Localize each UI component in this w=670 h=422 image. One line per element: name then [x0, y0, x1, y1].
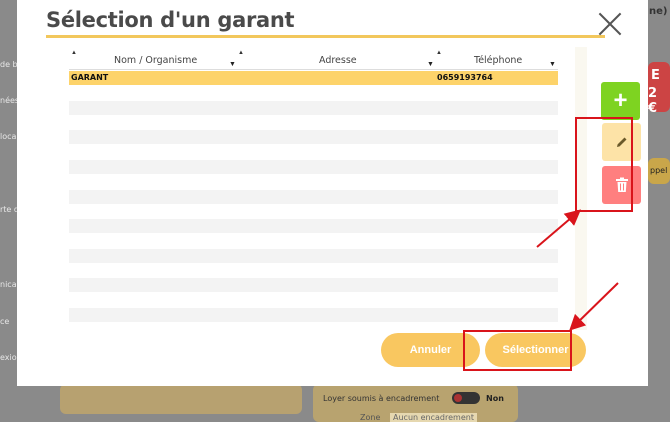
arrow-to-edit-delete [536, 209, 582, 248]
arrow-to-select [569, 282, 619, 331]
annotation-arrows [536, 209, 619, 331]
